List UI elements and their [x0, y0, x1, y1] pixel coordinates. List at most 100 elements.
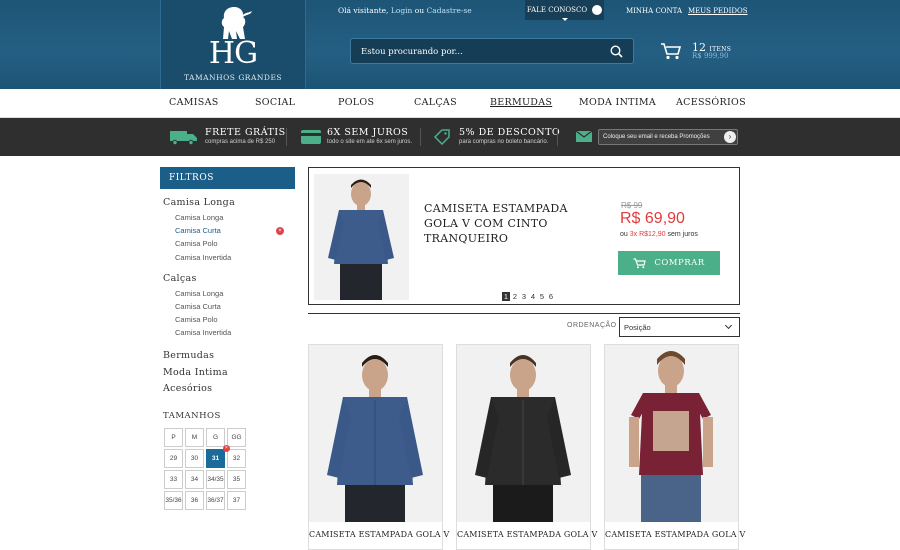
product-title[interactable]: CAMISETA ESTAMPADA GOLA V: [309, 530, 449, 539]
size-option[interactable]: GG: [227, 428, 246, 447]
page-number-current[interactable]: 1: [502, 292, 510, 301]
cart-icon[interactable]: [660, 42, 682, 60]
product-card[interactable]: CAMISETA ESTAMPADA GOLA V: [308, 344, 449, 550]
my-account-link[interactable]: MINHA CONTA: [626, 7, 682, 15]
size-option[interactable]: 35: [227, 470, 246, 489]
site-header: HG TAMANHOS GRANDES Olá visitante, Login…: [0, 0, 900, 89]
caret-down-icon: [562, 18, 568, 21]
featured-old-price: R$ 99: [621, 201, 643, 210]
logo-text: HG: [208, 36, 258, 71]
size-option[interactable]: 36/37: [206, 491, 225, 510]
discount-subtitle: para compras no boleto bancário.: [459, 139, 549, 145]
nav-item-polos[interactable]: POLOS: [338, 97, 374, 108]
product-image[interactable]: [605, 345, 738, 522]
featured-price: R$ 69,90: [620, 210, 685, 227]
filter-item[interactable]: Camisa Longa: [175, 213, 223, 222]
site-logo[interactable]: HG TAMANHOS GRANDES: [160, 0, 306, 89]
contact-label: FALE CONOSCO: [526, 6, 588, 14]
register-link[interactable]: Cadastre-se: [427, 6, 472, 15]
page-number[interactable]: 4: [529, 292, 537, 301]
installments-promo: 6X SEM JUROS todo o site em ate 6x sem j…: [327, 127, 412, 145]
filter-item[interactable]: Camisa Longa: [175, 289, 223, 298]
size-option[interactable]: G: [206, 428, 225, 447]
promo-divider: [286, 128, 287, 146]
product-card[interactable]: CAMISETA ESTAMPADA GOLA V: [456, 344, 597, 550]
filter-item[interactable]: Camisa Invertida: [175, 253, 231, 262]
free-shipping-title: FRETE GRÁTIS: [205, 127, 286, 138]
filter-group-bermudas[interactable]: Bermudas: [163, 350, 214, 361]
product-card[interactable]: CAMISETA ESTAMPADA GOLA V: [604, 344, 745, 550]
product-image[interactable]: [309, 345, 442, 522]
nav-item-social[interactable]: SOCIAL: [255, 97, 295, 108]
filter-item-selected[interactable]: Camisa Curta: [175, 226, 221, 235]
size-option-selected[interactable]: 31: [206, 449, 225, 468]
search-icon[interactable]: [610, 45, 623, 58]
product-title[interactable]: CAMISETA ESTAMPADA GOLA V: [605, 530, 745, 539]
size-option[interactable]: 29: [164, 449, 183, 468]
product-title[interactable]: CAMISETA ESTAMPADA GOLA V: [457, 530, 597, 539]
search-input[interactable]: Estou procurando por...: [361, 47, 463, 57]
size-option[interactable]: 37: [227, 491, 246, 510]
filter-item[interactable]: Camisa Polo: [175, 239, 218, 248]
logo-tagline: TAMANHOS GRANDES: [183, 73, 283, 82]
remove-filter-icon[interactable]: ×: [276, 227, 284, 235]
login-link[interactable]: Login: [391, 6, 413, 15]
size-option[interactable]: 33: [164, 470, 183, 489]
sort-select[interactable]: Posição: [619, 317, 740, 337]
contact-button[interactable]: FALE CONOSCO: [525, 0, 604, 21]
size-option[interactable]: 32: [227, 449, 246, 468]
credit-card-icon: [301, 130, 321, 144]
discount-title: 5% DE DESCONTO: [459, 127, 561, 138]
chat-icon: [592, 5, 603, 15]
filter-item[interactable]: Camisa Curta: [175, 302, 221, 311]
installments-title: 6X SEM JUROS: [327, 127, 409, 138]
page-number[interactable]: 6: [547, 292, 555, 301]
filter-group-acessorios[interactable]: Acesórios: [163, 383, 212, 394]
welcome-text: Olá visitante,: [338, 6, 389, 15]
filter-group-moda-intima[interactable]: Moda Intima: [163, 367, 228, 378]
search-box[interactable]: Estou procurando por...: [350, 38, 634, 64]
main-nav: CAMISAS SOCIAL POLOS CALÇAS BERMUDAS MOD…: [0, 89, 900, 118]
installments-subtitle: todo o site em ate 6x sem juros.: [327, 139, 413, 145]
truck-icon: [170, 131, 197, 145]
page-number[interactable]: 5: [538, 292, 546, 301]
featured-product-image[interactable]: [314, 174, 409, 300]
page-number[interactable]: 3: [520, 292, 528, 301]
nav-item-camisas[interactable]: CAMISAS: [169, 97, 219, 108]
page-number[interactable]: 2: [511, 292, 519, 301]
size-option[interactable]: 30: [185, 449, 204, 468]
filter-item[interactable]: Camisa Polo: [175, 315, 218, 324]
size-option[interactable]: 34: [185, 470, 204, 489]
or-text: ou: [414, 6, 425, 15]
featured-installments: ou 3x R$12,90 sem juros: [620, 231, 698, 238]
size-option[interactable]: M: [185, 428, 204, 447]
nav-item-acessorios[interactable]: ACESSÓRIOS: [676, 97, 746, 108]
section-divider: [308, 313, 740, 314]
newsletter-input[interactable]: Coloque seu email e receba Promoções ›: [598, 129, 738, 145]
remove-size-icon[interactable]: ×: [223, 445, 230, 452]
nav-item-moda-intima[interactable]: MODA INTIMA: [579, 97, 656, 108]
buy-label: COMPRAR: [654, 258, 705, 268]
filter-item[interactable]: Camisa Invertida: [175, 328, 231, 337]
promo-divider: [557, 128, 558, 146]
size-option[interactable]: 36: [185, 491, 204, 510]
free-shipping-subtitle: compras acima de R$ 250: [205, 139, 276, 145]
my-orders-link[interactable]: MEUS PEDIDOS: [688, 7, 748, 15]
size-option[interactable]: 34/35: [206, 470, 225, 489]
filter-group-camisa-longa[interactable]: Camisa Longa: [163, 197, 235, 208]
buy-button[interactable]: COMPRAR: [618, 251, 720, 275]
nav-item-calcas[interactable]: CALÇAS: [414, 97, 457, 108]
featured-product-title[interactable]: CAMISETA ESTAMPADA GOLA V COM CINTO TRAN…: [424, 201, 599, 246]
promo-bar: FRETE GRÁTIS compras acima de R$ 250 6X …: [0, 118, 900, 156]
size-option[interactable]: P: [164, 428, 183, 447]
filters-header: FILTROS: [160, 167, 295, 189]
installments-prefix: ou: [620, 231, 628, 238]
product-image[interactable]: [457, 345, 590, 522]
size-option[interactable]: 35/36: [164, 491, 183, 510]
filter-group-calcas[interactable]: Calças: [163, 273, 197, 284]
newsletter-submit-button[interactable]: ›: [724, 131, 736, 143]
nav-item-bermudas[interactable]: BERMUDAS: [490, 97, 552, 108]
sizes-title: TAMANHOS: [163, 411, 221, 421]
installments-suffix: sem juros: [667, 231, 698, 238]
cart-total: R$ 999,90: [692, 52, 729, 60]
